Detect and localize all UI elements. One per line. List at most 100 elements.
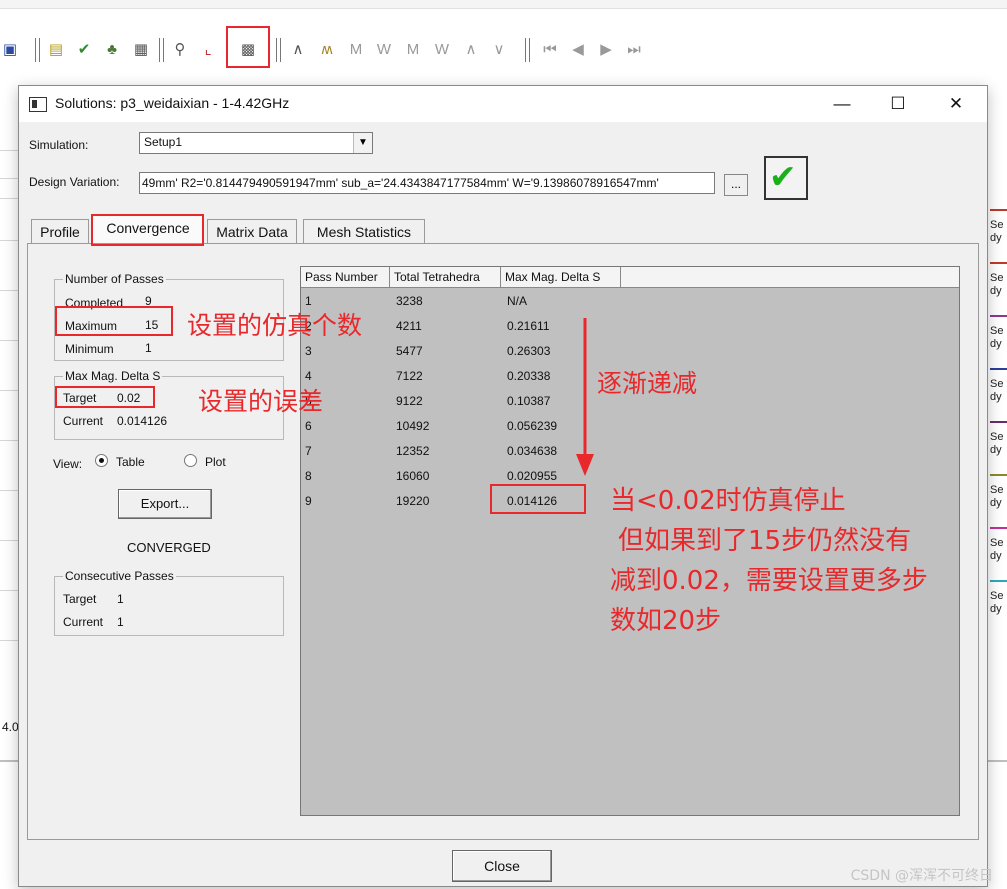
- passes-group-title: Number of Passes: [63, 272, 166, 286]
- check-icon[interactable]: ✔: [74, 40, 94, 60]
- watermark: CSDN @浑浑不可终日: [850, 868, 993, 884]
- consecutive-group: Consecutive Passes Target 1 Current 1: [54, 569, 284, 636]
- wave-icon-8[interactable]: ∨: [489, 40, 509, 60]
- app-title-strip: [0, 0, 1007, 9]
- model-icon[interactable]: ♣: [102, 40, 122, 60]
- export-button[interactable]: Export...: [118, 489, 212, 519]
- tab-profile[interactable]: Profile: [31, 219, 89, 244]
- wave-icon-3[interactable]: M: [346, 40, 366, 60]
- main-toolbar: ▣ ▤ ✔ ♣ ▦ ⚲ ⌞ ▩ ∧ ʍ M W M W ∧ ∨ ⏮ ◀ ▶ ⏭: [0, 30, 1007, 70]
- legend-swatch: [990, 474, 1007, 476]
- maximize-icon[interactable]: ☐: [875, 88, 921, 120]
- tab-mesh-statistics[interactable]: Mesh Statistics: [303, 219, 425, 244]
- toolbar-separator: [276, 38, 281, 62]
- tetrahedra-cell: 4211: [396, 319, 422, 333]
- max-passes-note: 设置的仿真个数: [187, 311, 363, 340]
- target-note: 设置的误差: [198, 387, 324, 416]
- final-delta-highlight: [490, 484, 586, 514]
- design-variation-browse-button[interactable]: ...: [724, 174, 748, 196]
- column-header-max-mag-delta-s[interactable]: Max Mag. Delta S: [501, 267, 621, 287]
- close-button[interactable]: Close: [452, 850, 552, 882]
- current-value: 0.014126: [117, 414, 168, 428]
- down-arrow-icon: [576, 318, 594, 476]
- legend-item: Se dy: [990, 378, 1004, 403]
- maximum-highlight: [55, 306, 173, 336]
- background-legend: Se dy Se dy Se dy Se dy Se dy Se dy Se dy Se dy: [986, 195, 1007, 615]
- chevron-down-icon[interactable]: ▼: [353, 133, 372, 153]
- tetrahedra-cell: 3238: [396, 294, 423, 308]
- view-plot-radio[interactable]: [184, 454, 197, 467]
- wave-icon-5[interactable]: M: [403, 40, 423, 60]
- tetrahedra-cell: 7122: [396, 369, 423, 383]
- delta-s-cell: 0.056239: [507, 419, 558, 433]
- design-variation-value: 49mm' R2='0.814479490591947mm' sub_a='24…: [142, 176, 659, 190]
- legend-swatch: [990, 527, 1007, 529]
- legend-swatch: [990, 421, 1007, 423]
- close-icon[interactable]: ✕: [933, 88, 979, 120]
- column-header-total-tetrahedra[interactable]: Total Tetrahedra: [390, 267, 501, 287]
- wave-icon-7[interactable]: ∧: [461, 40, 481, 60]
- convergence-tab-highlight: [91, 214, 204, 246]
- simulation-select[interactable]: Setup1 ▼: [139, 132, 373, 154]
- status-text: CONVERGED: [127, 540, 211, 555]
- design-variation-field[interactable]: 49mm' R2='0.814479490591947mm' sub_a='24…: [139, 172, 715, 194]
- tetrahedra-cell: 19220: [396, 494, 430, 508]
- green-check-icon: ✔: [769, 158, 797, 195]
- list-icon[interactable]: ▦: [131, 40, 151, 60]
- view-plot-label: Plot: [205, 455, 226, 469]
- prev-icon[interactable]: ◀: [568, 40, 588, 60]
- delta-group-title: Max Mag. Delta S: [63, 369, 163, 383]
- background-axis-label: 4.0: [2, 720, 19, 734]
- pass-number-cell: 6: [305, 419, 312, 433]
- target-highlight: [55, 386, 155, 408]
- legend-item: Se dy: [990, 325, 1004, 350]
- delta-s-cell: 0.034638: [507, 444, 558, 458]
- view-label: View:: [53, 457, 83, 471]
- legend-item: Se dy: [990, 590, 1004, 615]
- minimum-label: Minimum: [65, 342, 114, 356]
- simulation-label: Simulation:: [29, 138, 89, 152]
- delta-s-cell: 0.020955: [507, 469, 558, 483]
- consecutive-target-value[interactable]: 1: [117, 592, 124, 606]
- search-plot-icon[interactable]: ⚲: [170, 40, 190, 60]
- pass-number-cell: 3: [305, 344, 312, 358]
- table-header: Pass Number Total Tetrahedra Max Mag. De…: [301, 267, 959, 288]
- toolbar-separator: [525, 38, 530, 62]
- data-icon[interactable]: ▣: [0, 40, 20, 60]
- wave-icon-2[interactable]: ʍ: [317, 40, 337, 60]
- stop-note-line-2: 但如果到了15步仍然没有: [618, 526, 912, 556]
- decreasing-note: 逐渐递减: [597, 369, 698, 398]
- tetrahedra-cell: 12352: [396, 444, 430, 458]
- delta-s-cell: N/A: [507, 294, 528, 308]
- dialog-title: Solutions: p3_weidaixian - 1-4.42GHz: [55, 95, 290, 111]
- apply-button[interactable]: ✔: [764, 156, 808, 200]
- last-icon[interactable]: ⏭: [624, 40, 644, 60]
- stop-note-line-4: 数如20步: [610, 606, 722, 636]
- minimize-icon[interactable]: —: [819, 88, 865, 120]
- next-icon[interactable]: ▶: [596, 40, 616, 60]
- tab-matrix-data[interactable]: Matrix Data: [207, 219, 297, 244]
- pass-number-cell: 4: [305, 369, 312, 383]
- wave-icon-1[interactable]: ∧: [288, 40, 308, 60]
- legend-swatch: [990, 315, 1007, 317]
- first-icon[interactable]: ⏮: [540, 40, 560, 60]
- legend-item: Se dy: [990, 219, 1004, 244]
- wave-icon-4[interactable]: W: [374, 40, 394, 60]
- delta-s-cell: 0.20338: [507, 369, 551, 383]
- simulation-value: Setup1: [144, 135, 183, 149]
- dialog-titlebar: Solutions: p3_weidaixian - 1-4.42GHz — ☐…: [19, 86, 987, 122]
- minimum-value[interactable]: 1: [145, 341, 152, 355]
- view-table-radio[interactable]: [95, 454, 108, 467]
- consecutive-group-title: Consecutive Passes: [63, 569, 176, 583]
- design-variation-label: Design Variation:: [29, 175, 120, 189]
- legend-swatch: [990, 368, 1007, 370]
- legend-swatch: [990, 262, 1007, 264]
- wave-icon-6[interactable]: W: [432, 40, 452, 60]
- view-table-label: Table: [116, 455, 145, 469]
- current-label: Current: [63, 414, 104, 428]
- legend-item: Se dy: [990, 431, 1004, 456]
- report-icon[interactable]: ▤: [46, 40, 66, 60]
- pass-number-cell: 7: [305, 444, 312, 458]
- plot-icon[interactable]: ⌞: [198, 40, 218, 60]
- column-header-pass-number[interactable]: Pass Number: [301, 267, 390, 287]
